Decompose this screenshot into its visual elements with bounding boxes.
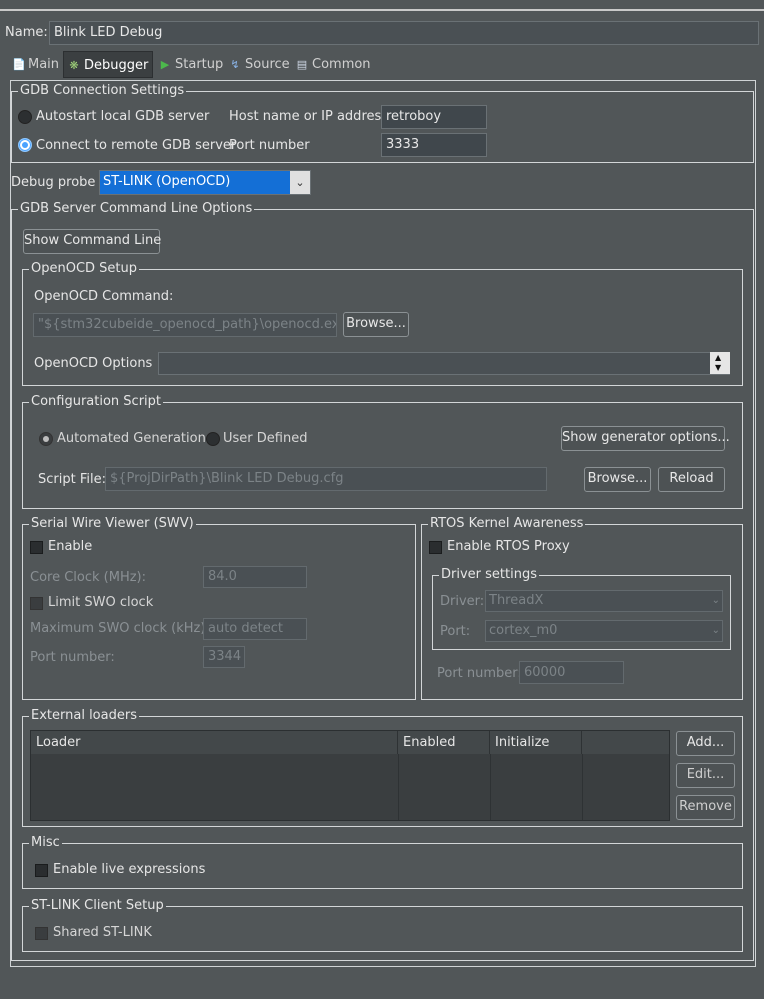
page-icon: 📄 [12, 58, 26, 71]
tab-startup[interactable]: ▶ Startup [155, 51, 227, 78]
openocd-command-label: OpenOCD Command: [34, 289, 174, 304]
rtos-port-number-input[interactable]: 60000 [519, 661, 624, 684]
remote-radio[interactable] [18, 138, 32, 152]
host-input[interactable]: retroboy [381, 105, 487, 129]
port-input[interactable]: 3333 [381, 133, 487, 157]
host-label: Host name or IP address [229, 109, 389, 124]
external-loaders-legend: External loaders [29, 708, 139, 724]
chevron-down-icon: ⌄ [290, 171, 310, 194]
column-divider [582, 754, 583, 820]
configuration-script-group: Configuration Script [22, 394, 743, 509]
chevron-down-icon: ⌄ [711, 625, 720, 636]
swv-port-label: Port number: [30, 650, 115, 665]
column-loader[interactable]: Loader [31, 731, 398, 754]
tab-source[interactable]: ↯ Source [225, 51, 294, 78]
driver-select[interactable]: ThreadX ⌄ [485, 590, 723, 612]
autostart-label: Autostart local GDB server [36, 109, 210, 124]
column-divider [490, 754, 491, 820]
limit-swo-checkbox[interactable] [30, 597, 43, 610]
tab-main[interactable]: 📄 Main [8, 51, 63, 78]
tab-common[interactable]: ▤ Common [292, 51, 375, 78]
openocd-browse-button[interactable]: Browse... [343, 312, 409, 337]
openocd-options-input[interactable] [158, 352, 730, 375]
script-file-input[interactable]: ${ProjDirPath}\Blink LED Debug.cfg [105, 467, 547, 491]
automated-generation-radio[interactable] [39, 432, 53, 446]
live-expressions-label: Enable live expressions [53, 862, 206, 877]
rtos-proxy-label: Enable RTOS Proxy [447, 539, 570, 554]
misc-legend: Misc [29, 835, 62, 851]
remote-label: Connect to remote GDB server [36, 138, 237, 153]
shared-stlink-checkbox[interactable] [35, 927, 48, 940]
column-extra[interactable] [582, 731, 669, 754]
loaders-table[interactable]: Loader Enabled Initialize [30, 730, 670, 821]
bug-icon: ❋ [69, 59, 79, 72]
swv-enable-label: Enable [48, 539, 93, 554]
column-enabled[interactable]: Enabled [398, 731, 490, 754]
stlink-client-legend: ST-LINK Client Setup [29, 898, 166, 914]
remove-loader-button[interactable]: Remove [676, 795, 735, 820]
swv-enable-checkbox[interactable] [30, 541, 43, 554]
rtos-port-label: Port: [440, 624, 471, 639]
autostart-radio[interactable] [18, 110, 32, 124]
limit-swo-label: Limit SWO clock [48, 595, 154, 610]
options-scroll-arrows[interactable]: ▲ ▼ [710, 352, 730, 374]
rtos-port-number-label: Port number: [437, 666, 522, 681]
driver-label: Driver: [440, 594, 485, 609]
source-icon: ↯ [230, 58, 240, 71]
top-separator [0, 9, 764, 11]
port-label: Port number [229, 138, 310, 153]
user-defined-radio[interactable] [206, 432, 220, 446]
shared-stlink-label: Shared ST-LINK [53, 925, 152, 940]
tab-debugger[interactable]: ❋ Debugger [63, 51, 153, 78]
rtos-port-select[interactable]: cortex_m0 ⌄ [485, 620, 723, 642]
swv-legend: Serial Wire Viewer (SWV) [29, 516, 196, 532]
core-clock-input[interactable]: 84.0 [203, 566, 307, 588]
script-browse-button[interactable]: Browse... [584, 467, 651, 492]
user-defined-label: User Defined [223, 431, 308, 446]
automated-generation-label: Automated Generation [57, 431, 206, 446]
core-clock-label: Core Clock (MHz): [30, 570, 147, 585]
show-command-line-button[interactable]: Show Command Line [23, 229, 161, 254]
gdb-server-legend: GDB Server Command Line Options [18, 201, 255, 217]
column-divider [398, 754, 399, 820]
arrow-up-icon: ▲ [715, 353, 722, 362]
column-initialize[interactable]: Initialize [490, 731, 582, 754]
live-expressions-checkbox[interactable] [35, 864, 48, 877]
driver-settings-legend: Driver settings [439, 567, 539, 583]
window-icon: ▤ [296, 58, 308, 71]
max-swo-label: Maximum SWO clock (kHz): [30, 621, 210, 636]
openocd-options-label: OpenOCD Options : [34, 356, 161, 371]
openocd-command-input[interactable]: "${stm32cubeide_openocd_path}\openocd.ex… [33, 313, 337, 337]
name-field[interactable]: Blink LED Debug [49, 21, 759, 45]
configuration-script-legend: Configuration Script [29, 394, 163, 410]
show-generator-options-button[interactable]: Show generator options... [561, 426, 730, 451]
play-icon: ▶ [160, 58, 170, 71]
rtos-proxy-checkbox[interactable] [429, 541, 442, 554]
max-swo-input[interactable]: auto detect [203, 618, 307, 640]
debug-probe-label: Debug probe [11, 175, 96, 190]
arrow-down-icon: ▼ [715, 363, 722, 372]
add-loader-button[interactable]: Add... [676, 731, 735, 756]
name-label: Name: [5, 25, 48, 40]
openocd-setup-legend: OpenOCD Setup [29, 261, 140, 277]
script-file-label: Script File: [38, 472, 106, 487]
rtos-legend: RTOS Kernel Awareness [428, 516, 586, 532]
edit-loader-button[interactable]: Edit... [676, 763, 735, 788]
debug-probe-select[interactable]: ST-LINK (OpenOCD) ⌄ [99, 170, 311, 195]
swv-port-input[interactable]: 3344 [203, 646, 245, 668]
gdb-connection-legend: GDB Connection Settings [18, 83, 187, 99]
chevron-down-icon: ⌄ [711, 595, 720, 606]
reload-button[interactable]: Reload [658, 467, 725, 492]
